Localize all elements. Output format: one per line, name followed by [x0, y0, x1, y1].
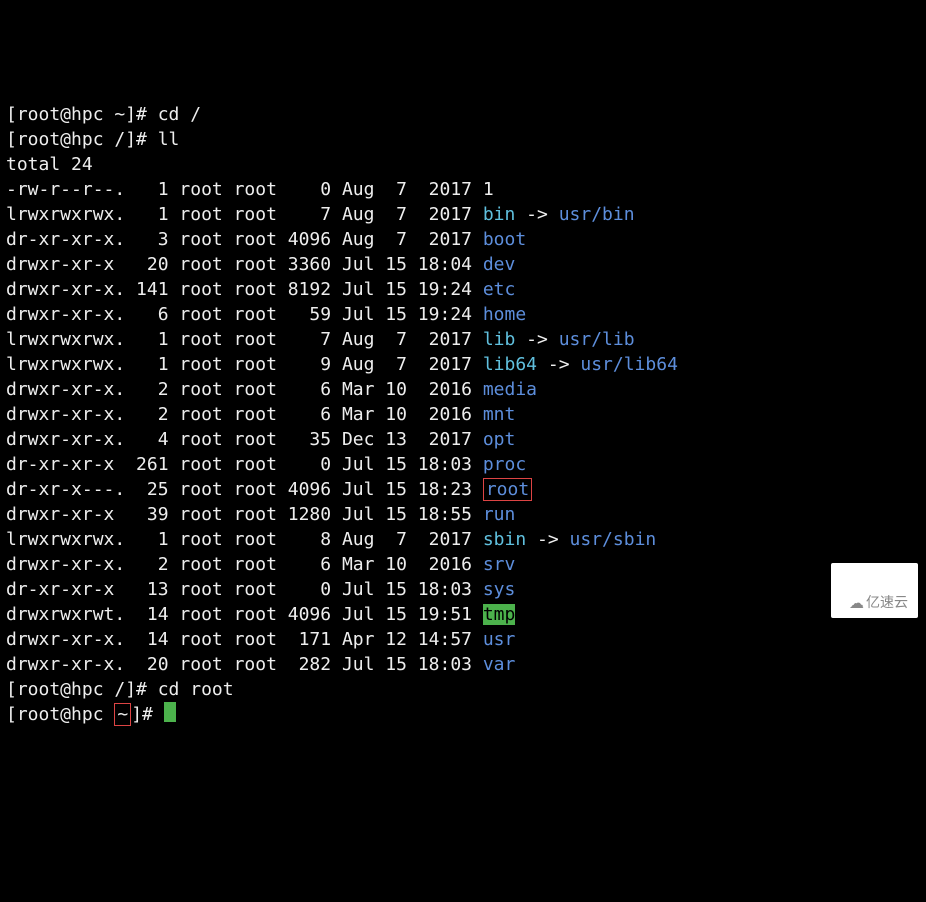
dir-name: srv — [483, 554, 516, 575]
dir-name: dev — [483, 254, 516, 275]
cloud-icon: ☁ — [849, 595, 864, 612]
ls-row: lrwxrwxrwx. 1 root root 9 Aug 7 2017 lib… — [6, 352, 920, 377]
ls-row: drwxr-xr-x. 141 root root 8192 Jul 15 19… — [6, 277, 920, 302]
ls-row: drwxr-xr-x. 2 root root 6 Mar 10 2016 me… — [6, 377, 920, 402]
terminal-output: [root@hpc ~]# cd /[root@hpc /]# lltotal … — [6, 102, 920, 727]
dir-name: sys — [483, 579, 516, 600]
terminal-line: [root@hpc /]# cd root — [6, 677, 920, 702]
dir-name: opt — [483, 429, 516, 450]
dir-name: usr — [483, 629, 516, 650]
cursor — [164, 702, 176, 722]
dir-name: 1 — [483, 179, 494, 200]
dir-name: etc — [483, 279, 516, 300]
dir-name: lib64 — [483, 354, 537, 375]
terminal-line: [root@hpc /]# ll — [6, 127, 920, 152]
terminal-line: total 24 — [6, 152, 920, 177]
dir-name: var — [483, 654, 516, 675]
dir-name: sbin — [483, 529, 526, 550]
dir-name: media — [483, 379, 537, 400]
dir-name: mnt — [483, 404, 516, 425]
watermark: ☁亿速云 — [831, 563, 918, 618]
ls-row: dr-xr-xr-x 261 root root 0 Jul 15 18:03 … — [6, 452, 920, 477]
terminal-line[interactable]: [root@hpc ~]# — [6, 702, 920, 727]
symlink-target: usr/bin — [559, 204, 635, 225]
dir-name: run — [483, 504, 516, 525]
ls-row: drwxr-xr-x. 2 root root 6 Mar 10 2016 mn… — [6, 402, 920, 427]
watermark-text: 亿速云 — [866, 594, 908, 610]
dir-name: tmp — [483, 604, 516, 625]
ls-row: dr-xr-x---. 25 root root 4096 Jul 15 18:… — [6, 477, 920, 502]
ls-row: drwxr-xr-x. 2 root root 6 Mar 10 2016 sr… — [6, 552, 920, 577]
ls-row: dr-xr-xr-x 13 root root 0 Jul 15 18:03 s… — [6, 577, 920, 602]
ls-row: drwxrwxrwt. 14 root root 4096 Jul 15 19:… — [6, 602, 920, 627]
ls-row: dr-xr-xr-x. 3 root root 4096 Aug 7 2017 … — [6, 227, 920, 252]
ls-row: lrwxrwxrwx. 1 root root 7 Aug 7 2017 bin… — [6, 202, 920, 227]
ls-row: lrwxrwxrwx. 1 root root 7 Aug 7 2017 lib… — [6, 327, 920, 352]
ls-row: drwxr-xr-x. 20 root root 282 Jul 15 18:0… — [6, 652, 920, 677]
symlink-target: usr/lib — [559, 329, 635, 350]
ls-row: drwxr-xr-x 39 root root 1280 Jul 15 18:5… — [6, 502, 920, 527]
dir-name: lib — [483, 329, 516, 350]
symlink-target: usr/lib64 — [580, 354, 678, 375]
dir-name: bin — [483, 204, 516, 225]
dir-name: boot — [483, 229, 526, 250]
ls-row: drwxr-xr-x. 6 root root 59 Jul 15 19:24 … — [6, 302, 920, 327]
ls-row: drwxr-xr-x. 4 root root 35 Dec 13 2017 o… — [6, 427, 920, 452]
dir-name: proc — [483, 454, 526, 475]
terminal-line: [root@hpc ~]# cd / — [6, 102, 920, 127]
ls-row: lrwxrwxrwx. 1 root root 8 Aug 7 2017 sbi… — [6, 527, 920, 552]
dir-name-highlighted: root — [483, 478, 532, 501]
cwd-tilde-highlighted: ~ — [114, 703, 131, 726]
dir-name: home — [483, 304, 526, 325]
ls-row: drwxr-xr-x 20 root root 3360 Jul 15 18:0… — [6, 252, 920, 277]
ls-row: drwxr-xr-x. 14 root root 171 Apr 12 14:5… — [6, 627, 920, 652]
ls-row: -rw-r--r--. 1 root root 0 Aug 7 2017 1 — [6, 177, 920, 202]
symlink-target: usr/sbin — [570, 529, 657, 550]
